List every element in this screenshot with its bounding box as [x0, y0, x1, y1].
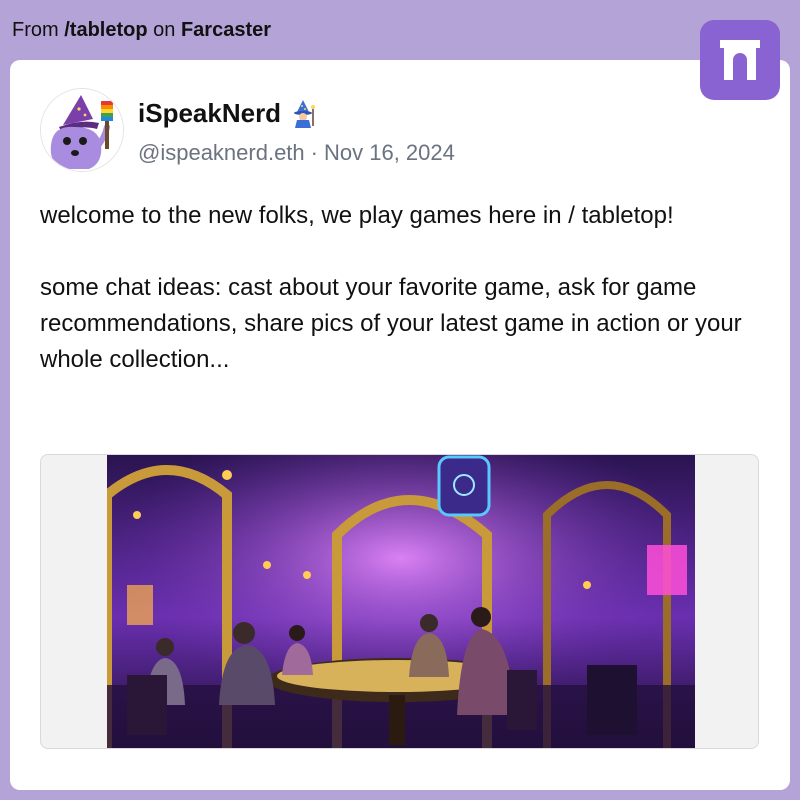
cast-body: welcome to the new folks, we play games … [40, 198, 760, 378]
cast-card[interactable]: iSpeakNerd @ispeaknerd.eth · Nov 16, 202… [10, 60, 790, 790]
author-row: iSpeakNerd [138, 96, 319, 130]
neon-game-hall-illustration [107, 455, 695, 748]
author-handle[interactable]: @ispeaknerd.eth [138, 140, 305, 166]
platform-name: Farcaster [180, 19, 272, 41]
cast-paragraph-2: some chat ideas: cast about your favorit… [40, 274, 742, 373]
channel-link[interactable]: /tabletop [64, 19, 147, 41]
avatar[interactable] [40, 88, 124, 172]
author-meta: @ispeaknerd.eth · Nov 16, 2024 [138, 140, 455, 166]
meta-separator: · [310, 140, 318, 165]
purple-wizard-avatar-icon [41, 89, 123, 171]
post-date[interactable]: Nov 16, 2024 [324, 140, 455, 166]
wizard-emoji-icon [289, 98, 319, 128]
media-embed[interactable] [40, 454, 759, 749]
cast-paragraph-1: welcome to the new folks, we play games … [40, 202, 674, 229]
source-middle: on [153, 19, 176, 41]
author-name[interactable]: iSpeakNerd [138, 98, 281, 129]
farcaster-arch-icon[interactable] [700, 20, 780, 100]
source-prefix: From [12, 19, 59, 41]
source-banner: From /tabletop on Farcaster [0, 0, 800, 60]
